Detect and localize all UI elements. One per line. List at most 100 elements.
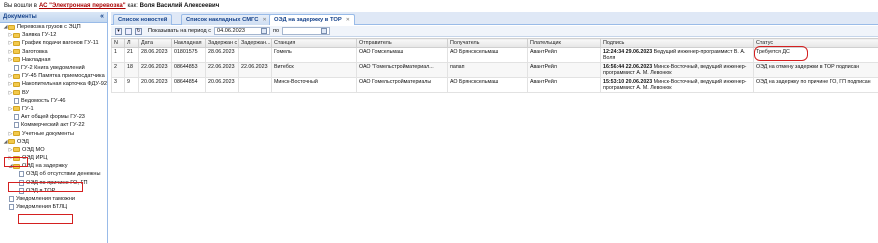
tree-item-label: ГУ-45 Памятка приемосдатчика [22, 73, 105, 80]
tree-item-label: ОЭД [17, 138, 29, 145]
cell-to [238, 77, 272, 93]
highlight-status [754, 46, 808, 61]
tree-item-label: Акт общей формы ГУ-23 [21, 114, 85, 121]
tab-smgs-label: Список накладных СМГС [186, 17, 259, 23]
cell-status: ОЭД на отмену задержки в ТОР подписан [753, 62, 878, 78]
tree-item-label: ОЭД об отсутствии денежны [26, 171, 101, 178]
column-header[interactable]: Дата [138, 38, 172, 48]
tree-item[interactable]: Уведомления БТЛЦ [0, 203, 107, 211]
tree-item[interactable]: Акт общей формы ГУ-23 [0, 113, 107, 121]
cell-date: 22.06.2023 [138, 62, 172, 78]
cell-to [238, 47, 272, 63]
calendar-icon[interactable] [261, 28, 267, 34]
column-header[interactable]: Получатель [447, 38, 528, 48]
tree-item[interactable]: ▷ Заготовка [0, 48, 107, 56]
tree-item-label: График подачи вагонов ГУ-11 [22, 40, 99, 47]
tree-item[interactable]: ▷ ВУ [0, 89, 107, 97]
tree-item[interactable]: ▷ ГУ-45 Памятка приемосдатчика [0, 72, 107, 80]
table-row[interactable]: 2 18 22.06.2023 08644853 22.06.2023 22.06.202… [111, 62, 878, 78]
folder-icon [13, 106, 20, 112]
cell-waybill: 08644854 [171, 77, 206, 93]
menu-icon[interactable]: ▾ [115, 27, 122, 35]
cell-payer: АвантРейл [527, 47, 601, 63]
cell-n: 2 [111, 62, 125, 78]
signature-cell: 12:24:34 29.06.2023 Ведущий инженер-прог… [600, 47, 754, 63]
tab-news[interactable]: Список новостей [113, 14, 173, 25]
date-from-input[interactable]: 04.06.2023 [214, 27, 270, 35]
tree-item[interactable]: ▷ ГУ-1 [0, 105, 107, 113]
column-header[interactable]: Задержан с [205, 38, 239, 48]
cell-receiver: АО Брянсксельмаш [447, 77, 528, 93]
tree-item[interactable]: Ведомость ГУ-46 [0, 97, 107, 105]
folder-icon [13, 32, 20, 38]
column-header[interactable]: Л [124, 38, 139, 48]
tree-item-label: Накопительная карточка ФДУ-92 [21, 81, 107, 88]
column-header[interactable]: Подпись [600, 38, 754, 48]
cell-station: Витебск [271, 62, 357, 78]
folder-icon [13, 147, 20, 153]
document-icon [9, 196, 14, 203]
tree-item[interactable]: Уведомления таможни [0, 195, 107, 203]
tree-item-label: ОЭД МО [22, 146, 45, 153]
tree-item-label: ОЭД на задержку [22, 163, 68, 170]
folder-icon [8, 139, 15, 145]
tree-item[interactable]: ▷ Накладная [0, 56, 107, 64]
tree-item[interactable]: ГУ-2 Книга уведомлений [0, 64, 107, 72]
column-header[interactable]: Станция [271, 38, 357, 48]
date-from-value: 04.06.2023 [217, 28, 245, 34]
tab-smgs-waybills[interactable]: Список накладных СМГС ✕ [181, 14, 272, 25]
cell-date: 20.06.2023 [138, 77, 172, 93]
documents-panel-header: Документы « [0, 12, 107, 23]
cell-to: 22.06.2023 [238, 62, 272, 78]
tree-item[interactable]: Коммерческий акт ГУ-22 [0, 121, 107, 129]
highlight-oed-tor [18, 214, 73, 224]
system-link[interactable]: АС "Электронная перевозка" [39, 3, 126, 9]
login-bar: Вы вошли в АС "Электронная перевозка" ка… [0, 0, 878, 12]
column-header[interactable]: Задержан... [238, 38, 272, 48]
column-header[interactable]: Отправитель [356, 38, 448, 48]
tab-oed-delay-tor[interactable]: ОЭД на задержку в ТОР ✕ [269, 14, 355, 25]
date-to-input[interactable] [282, 27, 331, 35]
tree-item-label: Коммерческий акт ГУ-22 [21, 122, 85, 129]
column-header[interactable]: Плательщик [527, 38, 601, 48]
tree-item[interactable]: ▷ Накопительная карточка ФДУ-92 [0, 80, 107, 88]
tree-item-label: Заявка ГУ-12 [22, 32, 57, 39]
document-icon [14, 97, 19, 104]
double-chevron-left-icon[interactable]: « [100, 13, 104, 20]
cell-station: Минск-Восточный [271, 77, 357, 93]
tree-item[interactable]: ▷ ОЭД МО [0, 146, 107, 154]
folder-icon [8, 24, 15, 30]
column-header[interactable]: Накладная [171, 38, 206, 48]
tree-item-label: Уведомления БТЛЦ [16, 204, 68, 211]
grid-toolbar: ▾ ↻ Показывать на период с 04.06.2023 по [111, 26, 878, 37]
tree-item-label: Перевозка грузов с ЭЦП [17, 24, 81, 31]
oed-grid: N Л Дата Накладная Задержан с Задержан... Стан… [111, 38, 878, 93]
close-icon[interactable]: ✕ [262, 17, 266, 23]
cell-status: ОЭД на задержку по причине ГО, ГП подпис… [753, 77, 878, 93]
tree-item[interactable]: ◢ Перевозка грузов с ЭЦП [0, 23, 107, 31]
documents-panel: Документы « ◢ Перевозка грузов с ЭЦП ▷ Заяв… [0, 12, 108, 243]
documents-panel-title: Документы [3, 14, 37, 20]
tree-item[interactable]: ▷ График подачи вагонов ГУ-11 [0, 39, 107, 47]
cell-payer: АвантРейл [527, 62, 601, 78]
cell-from: 22.06.2023 [205, 62, 239, 78]
cell-waybill: 01801575 [171, 47, 206, 63]
to-label: по [273, 28, 280, 34]
tree-item[interactable]: ▷ Учетные документы [0, 129, 107, 137]
period-label: Показывать на период с [148, 28, 211, 34]
tree-item[interactable]: ▷ Заявка ГУ-12 [0, 31, 107, 39]
table-row[interactable]: 3 9 20.06.2023 08644854 20.06.2023 Минск-Вост… [111, 77, 878, 93]
tree-item[interactable]: ◢ ОЭД [0, 138, 107, 146]
as-label: как: [127, 3, 138, 9]
folder-icon [13, 131, 20, 137]
calendar-icon[interactable] [321, 28, 328, 34]
refresh-icon[interactable]: ↻ [135, 27, 142, 35]
cell-station: Гомель [271, 47, 357, 63]
column-header[interactable]: N [111, 38, 125, 48]
cell-n: 3 [111, 77, 125, 93]
cell-n: 1 [111, 47, 125, 63]
tree-item[interactable]: ОЭД об отсутствии денежны [0, 170, 107, 178]
document-icon[interactable] [125, 27, 132, 35]
close-icon[interactable]: ✕ [346, 17, 350, 23]
login-prefix: Вы вошли в [4, 3, 37, 9]
